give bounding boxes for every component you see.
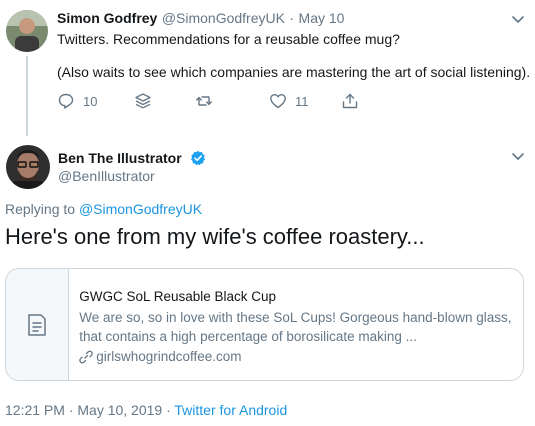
reply-button[interactable]: 10 (57, 92, 97, 110)
replying-prefix: Replying to (5, 201, 76, 217)
verified-icon (191, 150, 206, 166)
card-domain: girlswhogrindcoffee.com (79, 347, 513, 366)
main-tweet-text: Here's one from my wife's coffee roaster… (5, 224, 425, 249)
card-domain-text: girlswhogrindcoffee.com (96, 349, 242, 364)
card-description: We are so, so in love with these SoL Cup… (79, 310, 512, 344)
chevron-down-icon[interactable] (509, 10, 527, 28)
like-button[interactable]: 11 (269, 92, 309, 110)
document-icon (28, 313, 46, 336)
reply-icon (58, 93, 74, 109)
link-card[interactable]: GWGC SoL Reusable Black Cup We are so, s… (5, 268, 524, 381)
retweet-icon (196, 96, 212, 106)
tweet-timestamp[interactable]: 12:21 PM · May 10, 2019 (5, 402, 162, 418)
chevron-down-icon[interactable] (509, 147, 527, 165)
parent-tweet-text-line1: Twitters. Recommendations for a reusable… (57, 31, 400, 47)
author-handle[interactable]: @BenIllustrator (58, 168, 155, 184)
thread-line (26, 56, 28, 136)
parent-tweet-header: Simon Godfrey @SimonGodfreyUK · May 10 (57, 10, 344, 28)
stack-button[interactable] (134, 92, 152, 110)
share-icon (342, 93, 358, 109)
main-tweet-author: Ben The Illustrator (58, 150, 206, 168)
dot-separator: · (289, 10, 295, 26)
like-count: 11 (295, 93, 309, 109)
tweet-date[interactable]: May 10 (299, 10, 345, 26)
retweet-button[interactable] (195, 92, 213, 110)
author-handle[interactable]: @SimonGodfreyUK (162, 10, 285, 26)
dot-separator: · (166, 402, 171, 418)
reply-count: 10 (83, 93, 98, 109)
replying-to-handle-link[interactable]: @SimonGodfreyUK (79, 201, 202, 217)
avatar-ben-the-illustrator[interactable] (6, 145, 50, 189)
heart-icon (270, 94, 286, 109)
share-button[interactable] (341, 92, 359, 110)
replying-to: Replying to @SimonGodfreyUK (5, 201, 202, 217)
link-icon (79, 350, 93, 363)
tweet-meta: 12:21 PM · May 10, 2019 · Twitter for An… (5, 402, 287, 418)
avatar-simon-godfrey[interactable] (6, 10, 48, 52)
author-name[interactable]: Ben The Illustrator (58, 150, 182, 166)
card-title: GWGC SoL Reusable Black Cup (79, 289, 277, 304)
author-name[interactable]: Simon Godfrey (57, 10, 157, 26)
card-body: GWGC SoL Reusable Black Cup We are so, s… (69, 269, 523, 380)
card-thumbnail (6, 269, 70, 380)
tweet-source-link[interactable]: Twitter for Android (174, 402, 287, 418)
stack-icon (135, 93, 151, 109)
parent-tweet-text-line2: (Also waits to see which companies are m… (57, 64, 531, 80)
